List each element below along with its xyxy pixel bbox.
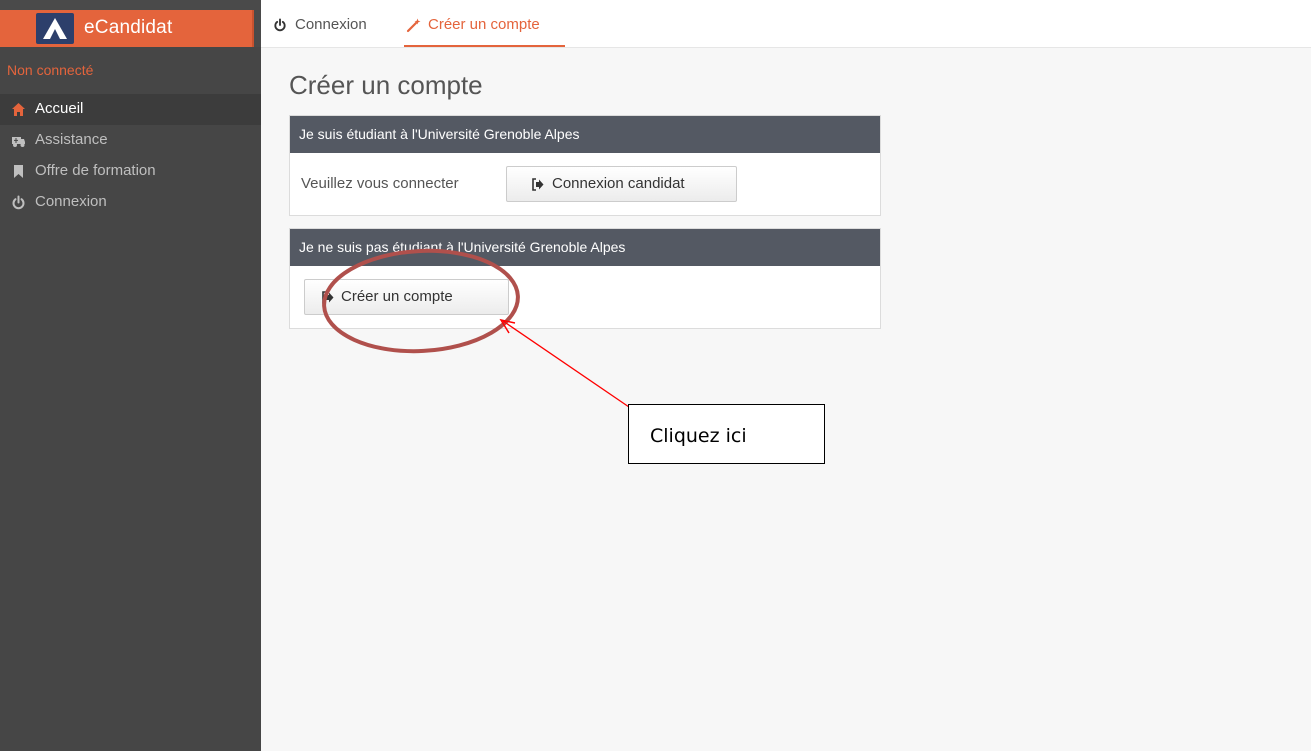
- sidebar-item-label: Assistance: [35, 131, 108, 148]
- app-root: eCandidat Non connecté Accueil Assistanc…: [0, 0, 1311, 751]
- panel-body: Créer un compte: [290, 266, 880, 328]
- sidebar-header: eCandidat: [0, 0, 261, 47]
- button-label: Créer un compte: [341, 288, 453, 305]
- panel-non-student: Je ne suis pas étudiant à l'Université G…: [289, 228, 881, 329]
- panel-header: Je ne suis pas étudiant à l'Université G…: [290, 229, 880, 266]
- power-icon: [273, 18, 287, 32]
- sign-in-icon: [321, 291, 334, 304]
- home-icon: [11, 102, 26, 117]
- sidebar-item-assistance[interactable]: Assistance: [0, 125, 261, 156]
- button-label: Connexion candidat: [552, 175, 685, 192]
- tab-creer-un-compte[interactable]: Créer un compte: [404, 0, 565, 47]
- power-icon: [11, 195, 26, 210]
- sidebar-item-accueil[interactable]: Accueil: [0, 94, 261, 125]
- creer-un-compte-button[interactable]: Créer un compte: [304, 279, 509, 315]
- page-title: Créer un compte: [289, 70, 483, 100]
- active-tab-underline: [404, 45, 565, 47]
- sidebar: eCandidat Non connecté Accueil Assistanc…: [0, 0, 261, 751]
- brand-bar[interactable]: eCandidat: [0, 10, 254, 47]
- support-icon: [11, 133, 26, 148]
- tab-connexion[interactable]: Connexion: [273, 0, 393, 47]
- tab-label: Connexion: [295, 16, 367, 33]
- brand-logo-icon: [36, 13, 74, 44]
- brand-title: eCandidat: [84, 17, 173, 38]
- sidebar-item-label: Connexion: [35, 193, 107, 210]
- sign-in-icon: [531, 178, 544, 191]
- login-prompt-text: Veuillez vous connecter: [301, 175, 459, 192]
- sidebar-item-offre-de-formation[interactable]: Offre de formation: [0, 156, 261, 187]
- panel-header: Je suis étudiant à l'Université Grenoble…: [290, 116, 880, 153]
- sidebar-item-connexion[interactable]: Connexion: [0, 187, 261, 218]
- connection-status: Non connecté: [7, 62, 94, 78]
- sidebar-nav: Accueil Assistance Offre de formation Co…: [0, 94, 261, 218]
- callout-box: Cliquez ici: [628, 404, 825, 464]
- main-content: Créer un compte Je suis étudiant à l'Uni…: [261, 48, 1311, 751]
- bookmark-icon: [11, 164, 26, 179]
- sidebar-item-label: Offre de formation: [35, 162, 156, 179]
- sidebar-item-label: Accueil: [35, 100, 84, 117]
- panel-body: Veuillez vous connecter Connexion candid…: [290, 153, 880, 215]
- panel-student: Je suis étudiant à l'Université Grenoble…: [289, 115, 881, 216]
- tab-label: Créer un compte: [428, 16, 540, 33]
- callout-text: Cliquez ici: [650, 425, 747, 447]
- top-tab-bar: Connexion Créer un compte: [261, 0, 1311, 48]
- connexion-candidat-button[interactable]: Connexion candidat: [506, 166, 737, 202]
- magic-wand-icon: [406, 18, 421, 33]
